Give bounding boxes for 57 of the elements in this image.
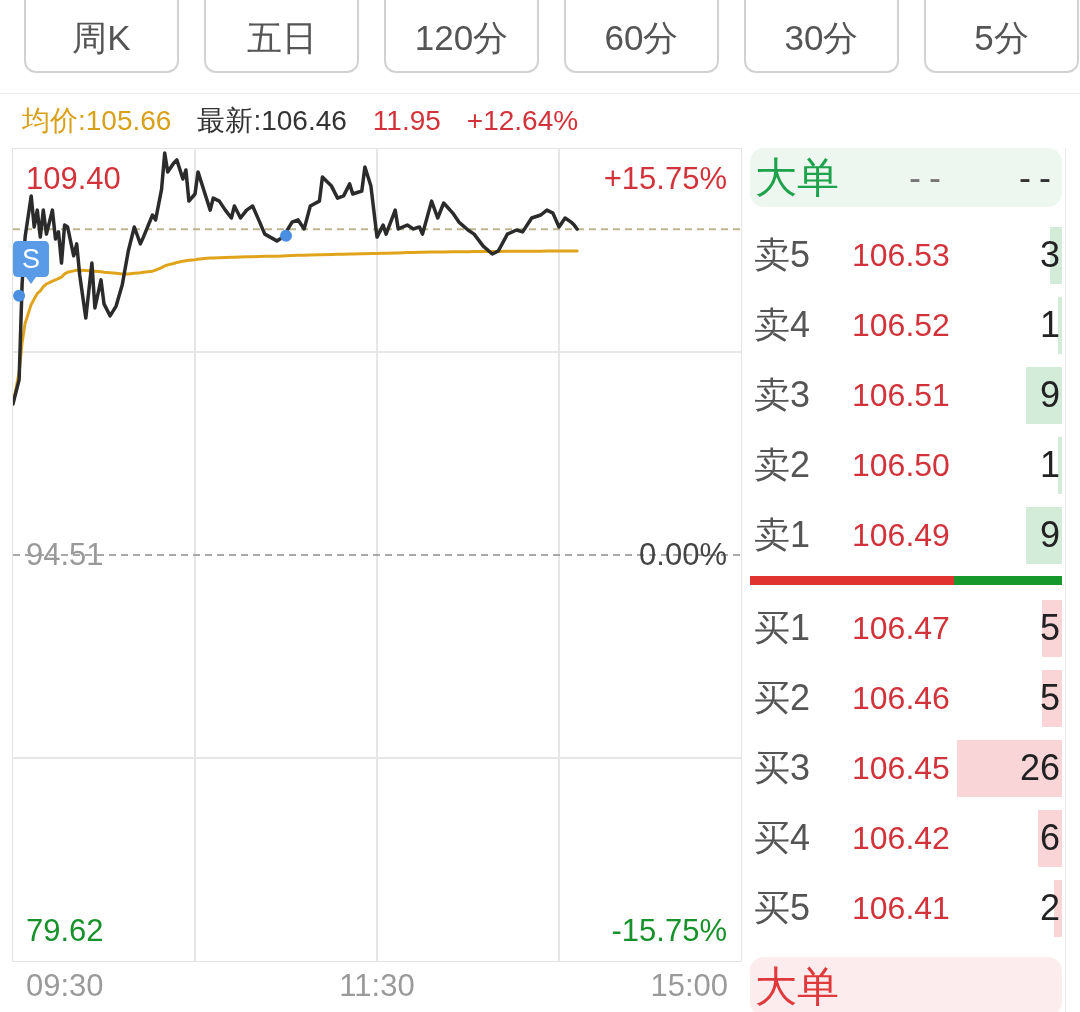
order-volume: 9 — [1025, 366, 1062, 424]
big-order-header[interactable]: 大单 -- -- — [750, 148, 1062, 207]
time-axis-label: 15:00 — [650, 968, 728, 1004]
big-order-label: 大单 — [755, 152, 839, 203]
trade-dot — [280, 229, 292, 242]
big-order-label: 大单 — [755, 961, 839, 1012]
order-level-label: 买4 — [754, 815, 812, 860]
order-price: 106.45 — [852, 749, 950, 787]
price-change: 11.95 — [372, 105, 441, 137]
percent-axis-label: +15.75% — [603, 161, 727, 197]
period-tab[interactable]: 五日 — [204, 0, 359, 73]
average-price-label: 均价:105.66 — [22, 104, 172, 138]
order-volume: 26 — [956, 739, 1062, 797]
order-volume: 5 — [1039, 599, 1062, 657]
order-price: 106.51 — [852, 376, 950, 414]
order-level-label: 卖5 — [754, 232, 812, 277]
order-price: 106.42 — [852, 819, 950, 857]
time-axis-label: 11:30 — [339, 968, 415, 1004]
order-volume: 2 — [1039, 879, 1062, 937]
order-level-label: 卖1 — [754, 512, 812, 557]
order-price: 106.52 — [852, 306, 950, 344]
period-tab[interactable]: 5分 — [924, 0, 1079, 73]
big-order-value: -- — [1018, 156, 1059, 199]
order-price: 106.46 — [852, 679, 950, 717]
big-order-value: -- — [908, 156, 949, 199]
order-price: 106.49 — [852, 516, 950, 554]
order-volume: 6 — [1037, 809, 1062, 867]
order-level-label: 卖4 — [754, 302, 812, 347]
order-level-label: 卖2 — [754, 442, 812, 487]
price-axis-label: 79.62 — [26, 913, 104, 949]
order-price: 106.53 — [852, 236, 950, 274]
order-volume: 9 — [1025, 506, 1062, 564]
big-order-header[interactable]: 大单 — [750, 957, 1062, 1012]
order-volume: 3 — [1039, 226, 1062, 284]
order-level-label: 买3 — [754, 745, 812, 790]
trade-marker: S — [13, 240, 49, 284]
percent-axis-label: -15.75% — [611, 913, 727, 949]
order-level-label: 卖3 — [754, 372, 812, 417]
period-tab[interactable]: 120分 — [384, 0, 539, 73]
order-level-label: 买5 — [754, 885, 812, 930]
order-volume: 1 — [1039, 436, 1062, 494]
price-axis-label: 109.40 — [26, 161, 121, 197]
order-price: 106.47 — [852, 609, 950, 647]
time-axis-label: 09:30 — [26, 968, 104, 1004]
order-price: 106.41 — [852, 889, 950, 927]
period-tab[interactable]: 60分 — [564, 0, 719, 73]
order-level-label: 买1 — [754, 605, 812, 650]
percent-axis-label: 0.00% — [639, 537, 727, 573]
order-price: 106.50 — [852, 446, 950, 484]
order-level-label: 买2 — [754, 675, 812, 720]
period-tab[interactable]: 30分 — [744, 0, 899, 73]
order-volume: 1 — [1039, 296, 1062, 354]
trade-dot — [13, 289, 26, 302]
period-tab[interactable]: 周K — [24, 0, 179, 73]
percent-change: +12.64% — [466, 105, 579, 137]
latest-price-label: 最新:106.46 — [197, 104, 347, 138]
order-volume: 5 — [1039, 669, 1062, 727]
